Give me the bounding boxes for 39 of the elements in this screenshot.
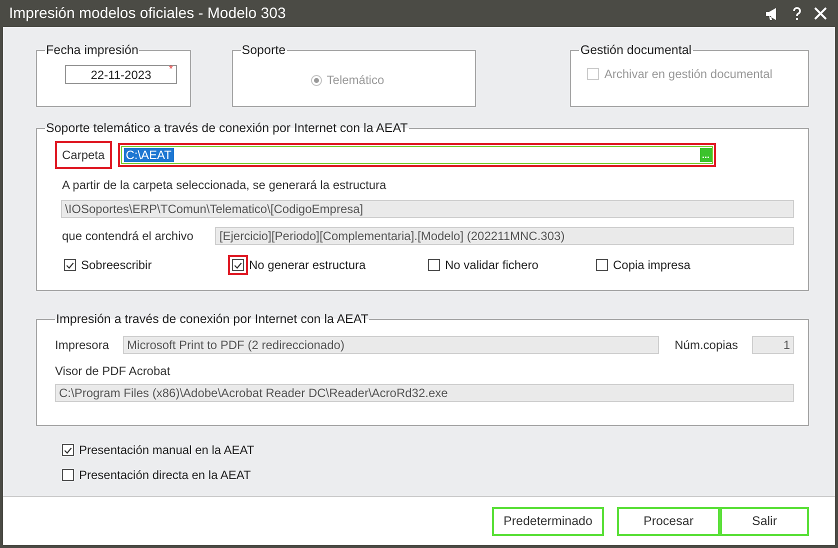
file-label: que contendrá el archivo — [62, 229, 194, 243]
group-title: Gestión documental — [579, 43, 693, 57]
copies-label: Núm.copias — [674, 338, 738, 352]
dialog-button[interactable]: Predeterminado — [492, 506, 604, 536]
group-title: Soporte telemático a través de conexión por Internet con la AEAT — [45, 121, 409, 135]
printer-field: Microsoft Print to PDF (2 redireccionado) — [123, 336, 659, 354]
help-icon[interactable] — [792, 6, 802, 20]
required-mark: * — [169, 65, 173, 74]
checkbox-label: Presentación directa en la AEAT — [79, 468, 251, 482]
viewer-path-field: C:\Program Files (x86)\Adobe\Acrobat Reader DC\Reader\AcroRd32.exe — [55, 384, 794, 402]
file-field: [Ejercicio][Periodo][Complementaria].[Modelo] (202211MNC.303) — [215, 227, 794, 245]
checkbox[interactable] — [596, 259, 608, 271]
folder-label: Carpeta — [55, 141, 112, 169]
checkbox[interactable] — [62, 469, 74, 481]
checkbox-label: Archivar en gestión documental — [604, 67, 772, 81]
group-title: Fecha impresión — [45, 43, 140, 57]
copies-field: 1 — [752, 336, 794, 354]
checkbox-label: Copia impresa — [613, 258, 690, 272]
checkbox[interactable] — [232, 259, 244, 271]
structure-field: \IOSoportes\ERP\TComun\Telematico\[CodigoEmpresa] — [61, 200, 794, 218]
checkbox-label: No generar estructura — [249, 258, 366, 272]
checkbox-label: Presentación manual en la AEAT — [79, 443, 254, 457]
checkbox-label: Sobreescribir — [81, 258, 152, 272]
info-text: A partir de la carpeta seleccionada, se generará la estructura — [62, 178, 388, 192]
dialog-button[interactable]: Salir — [720, 506, 809, 536]
printer-label: Impresora — [55, 338, 110, 352]
checkbox[interactable] — [62, 444, 74, 456]
window-title: Impresión modelos oficiales - Modelo 303 — [9, 5, 286, 22]
dialog-button[interactable]: Procesar — [617, 506, 720, 536]
close-icon[interactable] — [814, 7, 827, 20]
checkbox-label: No validar fichero — [445, 258, 538, 272]
checkbox[interactable] — [64, 259, 76, 271]
folder-value: C:\AEAT — [124, 148, 174, 162]
folder-field[interactable]: C:\AEAT ... — [118, 143, 716, 167]
viewer-label: Visor de PDF Acrobat — [55, 364, 172, 378]
group-title: Soporte — [240, 43, 287, 57]
checkbox[interactable] — [428, 259, 440, 271]
group-title: Impresión a través de conexión por Internet con la AEAT — [55, 312, 370, 326]
radio-label: Telemático — [326, 73, 384, 87]
